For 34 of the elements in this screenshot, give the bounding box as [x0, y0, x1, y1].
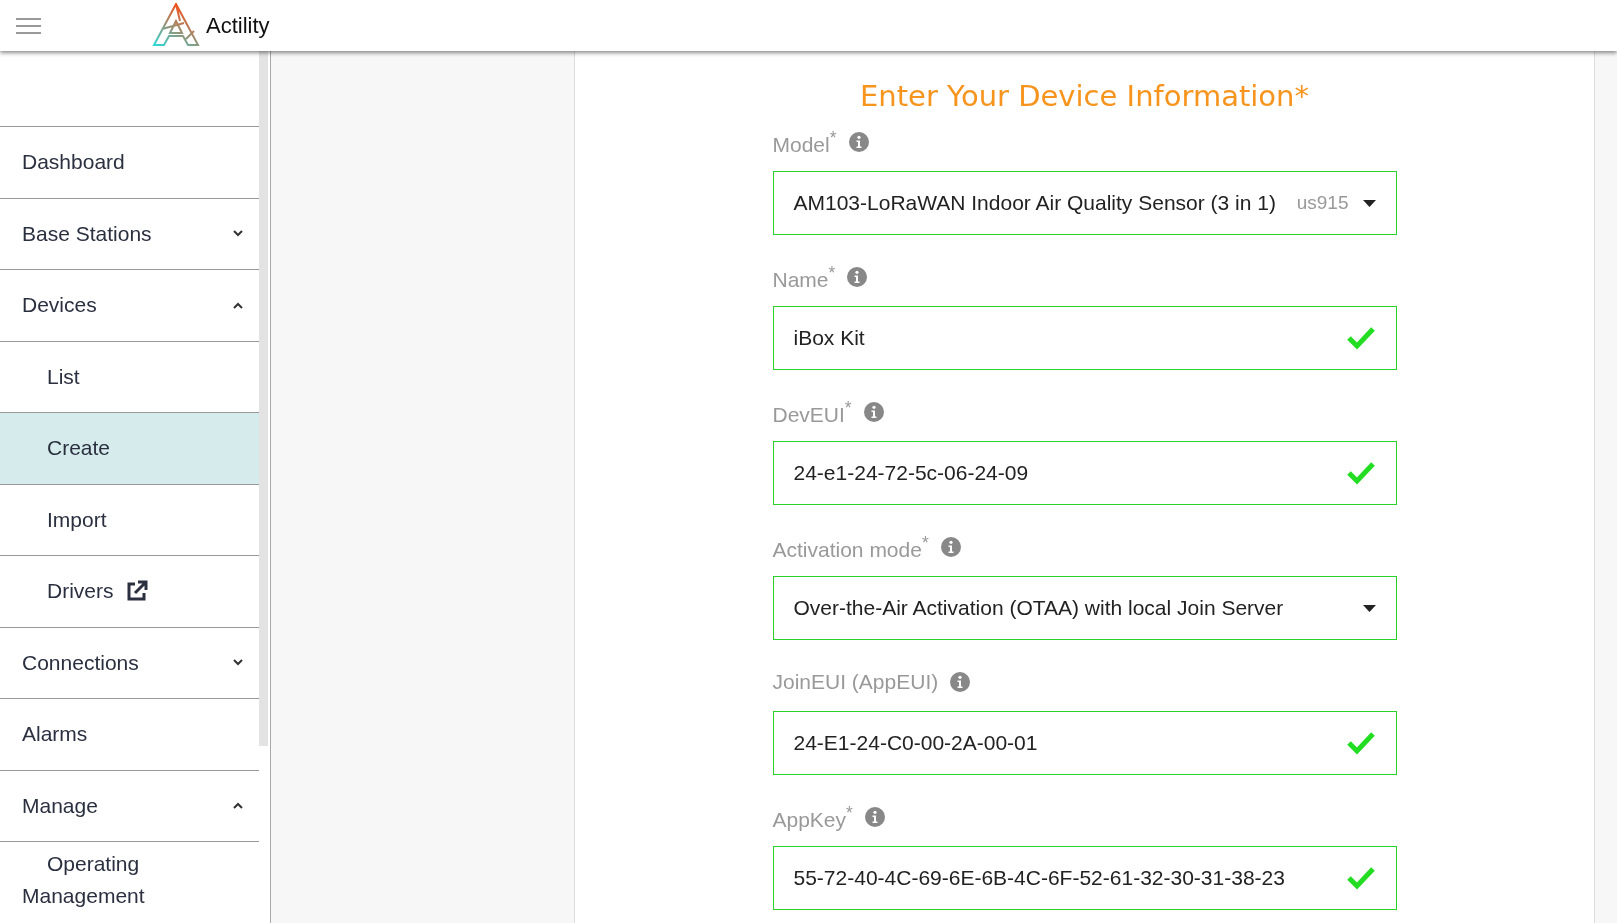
info-icon[interactable]: [847, 267, 868, 287]
field-label: Activation mode$^{*}$: [772, 532, 929, 562]
input-field[interactable]: iBox Kit: [772, 306, 1397, 370]
input-field[interactable]: 24-E1-24-C0-00-2A-00-01: [772, 711, 1397, 775]
input-field[interactable]: 24-e1-24-72-5c-06-24-09: [772, 441, 1397, 505]
caret-icon: [1362, 199, 1376, 207]
check-icon: [1345, 866, 1376, 890]
logo-icon: [152, 2, 200, 47]
chevron-up-icon[interactable]: [233, 301, 243, 309]
info-icon[interactable]: [863, 402, 884, 422]
field-label: DevEUI$^{*}$: [772, 397, 852, 427]
info-icon[interactable]: [950, 672, 971, 692]
select-field[interactable]: Over-the-Air Activation (OTAA) with local Join Server: [772, 576, 1397, 640]
check-icon: [1345, 326, 1376, 350]
info-icon[interactable]: [848, 132, 869, 152]
info-icon[interactable]: [940, 537, 961, 557]
menu-icon[interactable]: [16, 15, 41, 36]
check-icon: [1345, 731, 1376, 755]
form-title: Enter Your Device Information*: [860, 79, 1309, 113]
check-icon: [1345, 461, 1376, 485]
chevron-up-icon[interactable]: [233, 802, 243, 810]
caret-icon: [1362, 604, 1376, 612]
chevron-down-icon[interactable]: [233, 659, 243, 667]
field-label: Model$^{*}$: [772, 127, 837, 157]
input-field[interactable]: 55-72-40-4C-69-6E-6B-4C-6F-52-61-32-30-31-38-23: [772, 846, 1397, 910]
field-label: AppKey$^{*}$: [772, 802, 853, 832]
field-label: JoinEUI (AppEUI): [772, 670, 939, 694]
sidebar-item[interactable]: Create: [0, 412, 259, 484]
brand-name: Actility: [206, 12, 270, 39]
external-link-icon: [125, 580, 148, 603]
info-icon[interactable]: [864, 807, 885, 827]
select-field[interactable]: AM103-LoRaWAN Indoor Air Quality Sensor (3 in 1) us915: [772, 171, 1397, 235]
chevron-down-icon[interactable]: [233, 230, 243, 238]
field-label: Name$^{*}$: [772, 262, 836, 292]
